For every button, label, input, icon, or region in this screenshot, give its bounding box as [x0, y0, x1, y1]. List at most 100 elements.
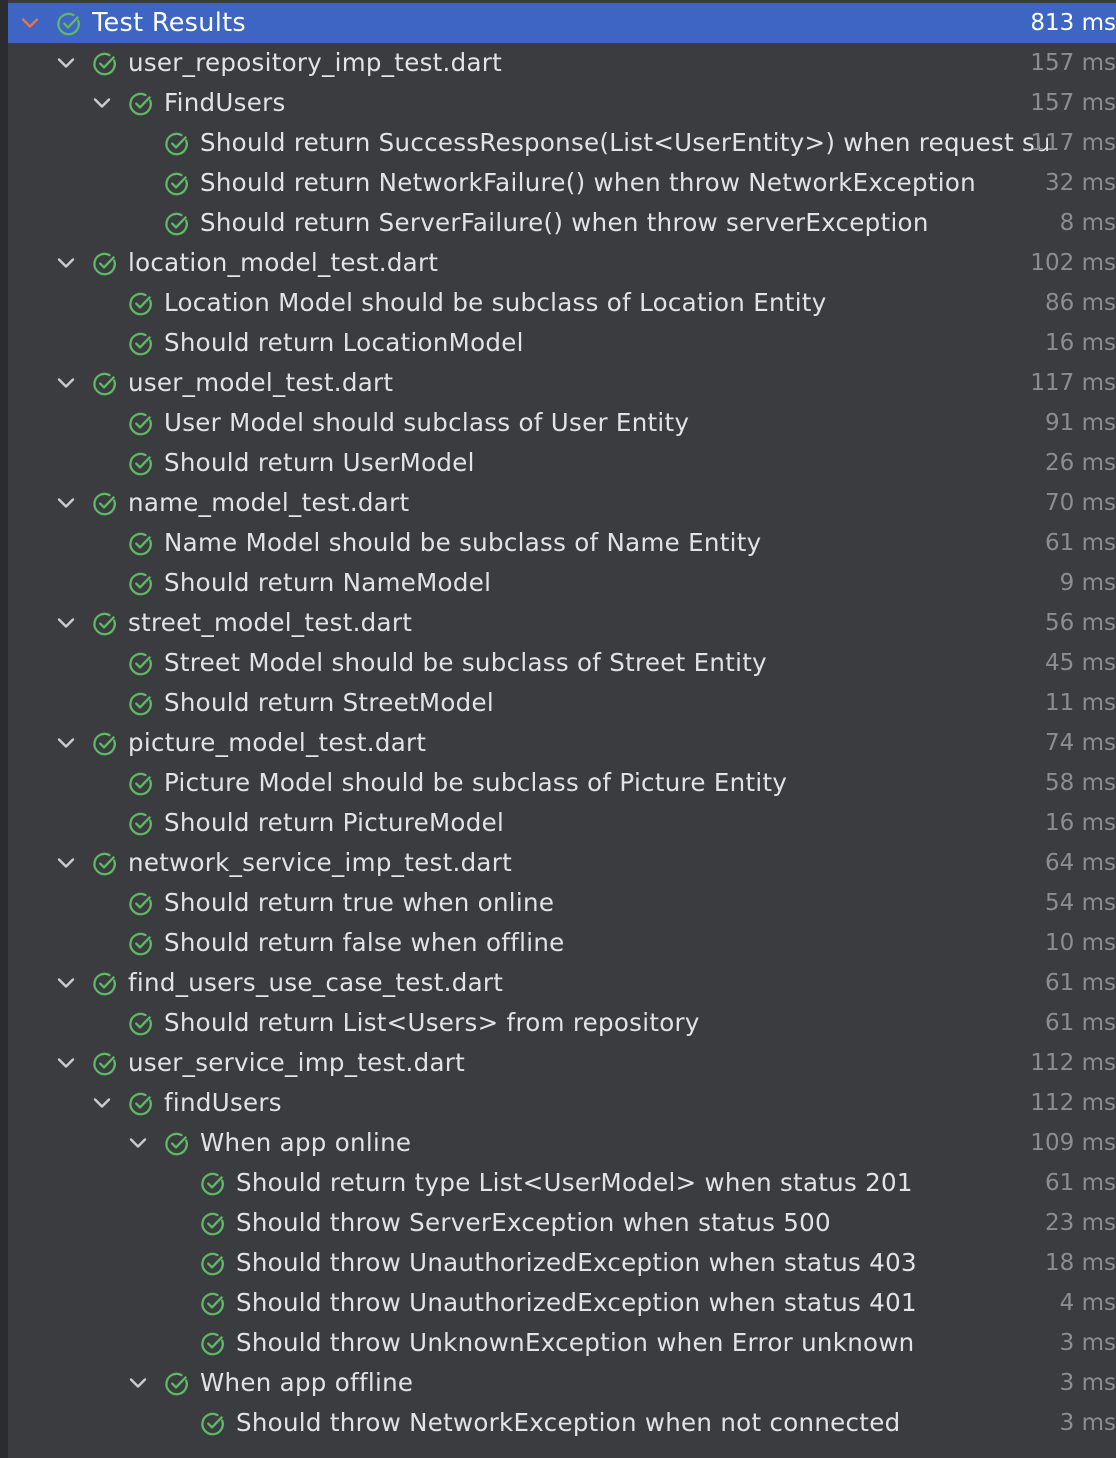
duration-label: 10 ms [998, 923, 1116, 963]
test-case-row[interactable]: Should throw ServerException when status… [8, 1203, 1116, 1243]
tree-node-row[interactable]: find_users_use_case_test.dart 61 ms [8, 963, 1116, 1003]
duration-label: 4 ms [998, 1283, 1116, 1323]
chevron-down-icon[interactable] [56, 1053, 76, 1073]
test-case-row[interactable]: Should return List<Users> from repositor… [8, 1003, 1116, 1043]
tree-node-row[interactable]: street_model_test.dart 56 ms [8, 603, 1116, 643]
test-case-row[interactable]: Should return StreetModel 11 ms [8, 683, 1116, 723]
duration-label: 102 ms [998, 243, 1116, 283]
tree-node-row[interactable]: FindUsers 157 ms [8, 83, 1116, 123]
test-case-row[interactable]: Should return false when offline 10 ms [8, 923, 1116, 963]
check-circle-icon [92, 1051, 118, 1077]
test-case-row[interactable]: Should return PictureModel 16 ms [8, 803, 1116, 843]
check-circle-icon [92, 731, 118, 757]
test-case-row[interactable]: Location Model should be subclass of Loc… [8, 283, 1116, 323]
test-case-row[interactable]: Name Model should be subclass of Name En… [8, 523, 1116, 563]
chevron-down-icon[interactable] [20, 13, 40, 33]
test-name-label: street_model_test.dart [128, 608, 413, 637]
duration-label: 117 ms [998, 363, 1116, 403]
test-name-label: picture_model_test.dart [128, 728, 427, 757]
duration-text: 61 ms [1045, 530, 1116, 556]
chevron-down-icon[interactable] [56, 253, 76, 273]
chevron-down-icon[interactable] [56, 493, 76, 513]
test-name-label: Test Results [92, 8, 246, 38]
check-circle-icon [128, 1011, 154, 1037]
test-case-row[interactable]: Street Model should be subclass of Stree… [8, 643, 1116, 683]
chevron-down-icon[interactable] [56, 53, 76, 73]
test-case-row[interactable]: Should return UserModel 26 ms [8, 443, 1116, 483]
duration-label: 813 ms [998, 3, 1116, 43]
tree-node-row[interactable]: name_model_test.dart 70 ms [8, 483, 1116, 523]
tree-node-row[interactable]: When app online 109 ms [8, 1123, 1116, 1163]
duration-text: 813 ms [1030, 10, 1116, 36]
check-circle-icon [128, 291, 154, 317]
check-circle-icon [164, 131, 190, 157]
test-name-label: Should throw UnauthorizedException when … [236, 1288, 917, 1317]
duration-text: 64 ms [1045, 850, 1116, 876]
chevron-down-icon[interactable] [56, 973, 76, 993]
tree-node-row[interactable]: network_service_imp_test.dart 64 ms [8, 843, 1116, 883]
duration-text: 16 ms [1045, 330, 1116, 356]
test-case-row[interactable]: Should return NameModel 9 ms [8, 563, 1116, 603]
check-circle-icon [128, 571, 154, 597]
chevron-down-icon[interactable] [56, 373, 76, 393]
test-case-row[interactable]: Should throw UnauthorizedException when … [8, 1243, 1116, 1283]
test-case-row[interactable]: Should throw UnknownException when Error… [8, 1323, 1116, 1363]
chevron-down-icon[interactable] [92, 1093, 112, 1113]
test-name-label: findUsers [164, 1088, 282, 1117]
chevron-down-icon[interactable] [128, 1133, 148, 1153]
check-circle-icon [164, 1131, 190, 1157]
test-case-row[interactable]: Picture Model should be subclass of Pict… [8, 763, 1116, 803]
duration-text: 112 ms [1030, 1050, 1116, 1076]
check-circle-icon [92, 491, 118, 517]
duration-text: 109 ms [1030, 1130, 1116, 1156]
duration-text: 23 ms [1045, 1210, 1116, 1236]
test-name-label: When app offline [200, 1368, 414, 1397]
test-name-label: name_model_test.dart [128, 488, 410, 517]
check-circle-icon [200, 1411, 226, 1437]
check-circle-icon [128, 91, 154, 117]
tree-node-row[interactable]: user_model_test.dart 117 ms [8, 363, 1116, 403]
test-case-row[interactable]: User Model should subclass of User Entit… [8, 403, 1116, 443]
check-circle-icon [200, 1211, 226, 1237]
test-case-row[interactable]: Should return type List<UserModel> when … [8, 1163, 1116, 1203]
chevron-down-icon[interactable] [128, 1373, 148, 1393]
tree-node-row[interactable]: findUsers 112 ms [8, 1083, 1116, 1123]
duration-label: 109 ms [998, 1123, 1116, 1163]
tree-root-row[interactable]: Test Results 813 ms [8, 3, 1116, 43]
duration-text: 9 ms [1059, 570, 1116, 596]
check-circle-icon [128, 811, 154, 837]
check-circle-icon [92, 611, 118, 637]
tree-node-row[interactable]: user_repository_imp_test.dart 157 ms [8, 43, 1116, 83]
chevron-down-icon[interactable] [56, 853, 76, 873]
duration-label: 61 ms [998, 1163, 1116, 1203]
test-case-row[interactable]: Should return NetworkFailure() when thro… [8, 163, 1116, 203]
check-circle-icon [164, 171, 190, 197]
test-name-label: Name Model should be subclass of Name En… [164, 528, 762, 557]
test-name-label: Should throw ServerException when status… [236, 1208, 831, 1237]
test-case-row[interactable]: Should throw NetworkException when not c… [8, 1403, 1116, 1443]
test-case-row[interactable]: Should throw UnauthorizedException when … [8, 1283, 1116, 1323]
test-name-label: Should return true when online [164, 888, 555, 917]
tree-node-row[interactable]: location_model_test.dart 102 ms [8, 243, 1116, 283]
test-case-row[interactable]: Should return true when online 54 ms [8, 883, 1116, 923]
check-circle-icon [92, 851, 118, 877]
chevron-down-icon[interactable] [56, 613, 76, 633]
tree-node-row[interactable]: user_service_imp_test.dart 112 ms [8, 1043, 1116, 1083]
tree-node-row[interactable]: When app offline 3 ms [8, 1363, 1116, 1403]
test-case-row[interactable]: Should return ServerFailure() when throw… [8, 203, 1116, 243]
test-name-label: Should return SuccessResponse(List<UserE… [200, 128, 1048, 157]
test-name-label: Should return ServerFailure() when throw… [200, 208, 929, 237]
duration-label: 157 ms [998, 43, 1116, 83]
tree-node-row[interactable]: picture_model_test.dart 74 ms [8, 723, 1116, 763]
duration-text: 157 ms [1030, 50, 1116, 76]
check-circle-icon [128, 891, 154, 917]
check-circle-icon [128, 691, 154, 717]
check-circle-icon [56, 11, 82, 37]
chevron-down-icon[interactable] [56, 733, 76, 753]
test-name-label: user_service_imp_test.dart [128, 1048, 466, 1077]
test-case-row[interactable]: Should return LocationModel 16 ms [8, 323, 1116, 363]
chevron-down-icon[interactable] [92, 93, 112, 113]
duration-text: 18 ms [1045, 1250, 1116, 1276]
test-case-row[interactable]: Should return SuccessResponse(List<UserE… [8, 123, 1116, 163]
duration-text: 157 ms [1030, 90, 1116, 116]
